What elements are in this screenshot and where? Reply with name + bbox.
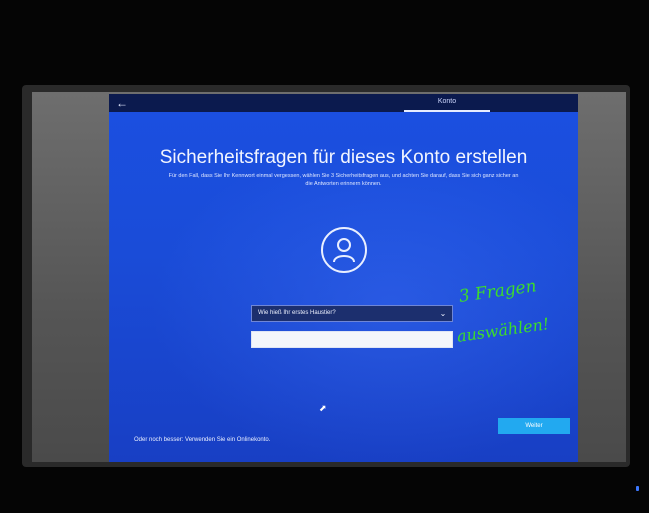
- tab-konto: Konto: [437, 98, 457, 105]
- user-icon: [333, 238, 355, 263]
- next-button[interactable]: Weiter: [498, 418, 570, 434]
- back-arrow-icon[interactable]: ←: [116, 96, 130, 110]
- security-question-select[interactable]: Wie hieß Ihr erstes Haustier? ⌄: [251, 305, 453, 322]
- online-account-link[interactable]: Oder noch besser: Verwenden Sie ein Onli…: [134, 437, 270, 443]
- mouse-cursor-icon: ⬈: [319, 403, 327, 413]
- top-bar: [109, 94, 578, 112]
- page-title: Sicherheitsfragen für dieses Konto erste…: [159, 147, 528, 168]
- chevron-down-icon: ⌄: [439, 309, 447, 318]
- subtitle-line-1: Für den Fall, dass Sie Ihr Kennwort einm…: [168, 173, 519, 179]
- power-led: [636, 486, 639, 491]
- security-answer-input[interactable]: [251, 331, 453, 348]
- security-question-value: Wie hieß Ihr erstes Haustier?: [258, 310, 336, 316]
- avatar: [321, 227, 367, 273]
- subtitle-line-2: die Antworten erinnern können.: [305, 181, 382, 187]
- page-subtitle: Für den Fall, dass Sie Ihr Kennwort einm…: [134, 172, 553, 188]
